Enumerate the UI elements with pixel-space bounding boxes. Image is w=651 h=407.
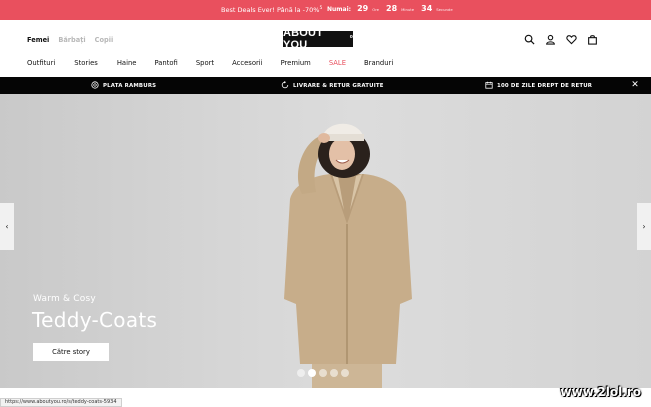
nav-item-stories[interactable]: Stories xyxy=(74,59,98,67)
hero-tagline: Warm & Cosy xyxy=(33,294,96,304)
benefit-free-returns-label: LIVRARE & RETUR GRATUITE xyxy=(293,83,384,89)
main-nav: Outfituri Stories Haine Pantofi Sport Ac… xyxy=(27,59,393,67)
benefit-cash: PLATA RAMBURS xyxy=(91,81,156,91)
model-image xyxy=(284,123,412,388)
countdown-hours-unit: Ore xyxy=(372,7,380,12)
nav-item-accesorii[interactable]: Accesorii xyxy=(232,59,262,67)
carousel-dots xyxy=(297,369,349,377)
benefits-bar: PLATA RAMBURS LIVRARE & RETUR GRATUITE 1… xyxy=(0,77,651,94)
return-icon xyxy=(281,81,289,91)
carousel-dot[interactable] xyxy=(319,369,327,377)
nav-item-premium[interactable]: Premium xyxy=(281,59,311,67)
user-icon[interactable] xyxy=(544,33,556,45)
gender-tab-men[interactable]: Bărbați xyxy=(58,36,85,44)
carousel-dot-active[interactable] xyxy=(308,369,316,377)
countdown-seconds: 34 xyxy=(421,4,433,13)
nav-item-haine[interactable]: Haine xyxy=(117,59,137,67)
calendar-icon xyxy=(485,81,493,91)
bag-icon[interactable] xyxy=(586,33,598,45)
countdown-minutes-unit: Minute xyxy=(401,7,415,12)
countdown: Numai: 29 Ore 28 Minute 34 Secunde xyxy=(327,4,456,13)
carousel-next-button[interactable]: › xyxy=(637,203,651,250)
status-bar-url: https://www.aboutyou.ro/s/teddy-coats-59… xyxy=(0,398,122,407)
hero-cta-button[interactable]: Către story xyxy=(33,343,109,361)
header-icons xyxy=(523,33,598,45)
promo-message: Best Deals Ever! Până la -70%5 xyxy=(221,6,323,15)
benefit-100-days: 100 DE ZILE DREPT DE RETUR xyxy=(485,81,592,91)
promo-footnote: 5 xyxy=(319,6,323,11)
nav-item-sport[interactable]: Sport xyxy=(196,59,214,67)
gender-tab-kids[interactable]: Copii xyxy=(95,36,114,44)
promo-bar[interactable]: Best Deals Ever! Până la -70%5 Numai: 29… xyxy=(0,0,651,20)
benefit-free-returns: LIVRARE & RETUR GRATUITE xyxy=(281,81,384,91)
nav-item-outfituri[interactable]: Outfituri xyxy=(27,59,55,67)
carousel-dot[interactable] xyxy=(341,369,349,377)
close-icon[interactable]: ✕ xyxy=(631,80,639,90)
watermark: www.2lol.ro xyxy=(560,385,641,399)
nav-item-branduri[interactable]: Branduri xyxy=(364,59,393,67)
hero-banner[interactable]: Warm & Cosy Teddy-Coats Către story ‹ › xyxy=(0,94,651,388)
search-icon[interactable] xyxy=(523,33,535,45)
gender-tab-women[interactable]: Femei xyxy=(27,36,49,44)
benefit-cash-label: PLATA RAMBURS xyxy=(103,83,157,89)
heart-icon[interactable] xyxy=(565,33,577,45)
countdown-hours: 29 xyxy=(357,4,369,13)
logo[interactable]: ABOUT YOU o xyxy=(283,27,353,51)
chevron-right-icon: › xyxy=(642,222,646,231)
countdown-label: Numai: xyxy=(327,6,352,13)
countdown-seconds-unit: Secunde xyxy=(436,7,453,12)
nav-item-sale[interactable]: SALE xyxy=(329,59,346,67)
chevron-left-icon: ‹ xyxy=(5,222,9,231)
nav-item-pantofi[interactable]: Pantofi xyxy=(154,59,177,67)
logo-mark: o xyxy=(349,34,353,40)
gender-tabs: Femei Bărbați Copii xyxy=(27,36,113,44)
carousel-prev-button[interactable]: ‹ xyxy=(0,203,14,250)
countdown-minutes: 28 xyxy=(386,4,398,13)
carousel-dot[interactable] xyxy=(330,369,338,377)
carousel-dot[interactable] xyxy=(297,369,305,377)
hero-headline: Teddy-Coats xyxy=(32,308,158,332)
benefit-100-days-label: 100 DE ZILE DREPT DE RETUR xyxy=(497,83,593,89)
cash-icon xyxy=(91,81,99,91)
logo-text: ABOUT YOU xyxy=(283,27,324,51)
